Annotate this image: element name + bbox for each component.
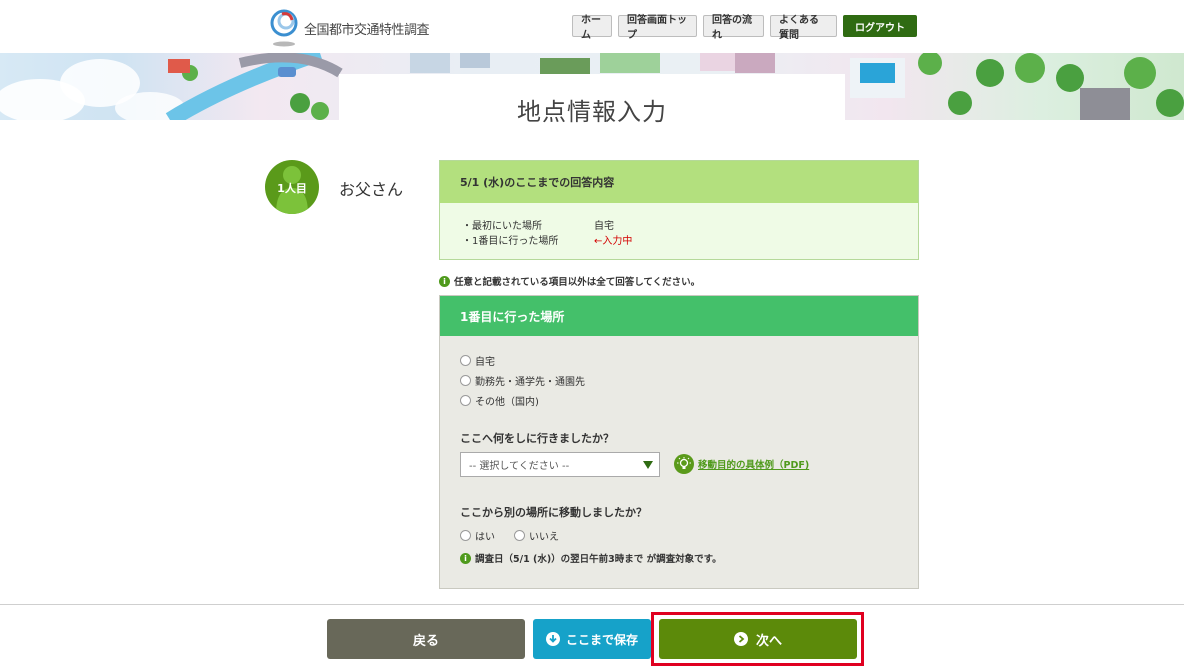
nav-flow-button[interactable]: 回答の流れ: [703, 15, 764, 41]
place-form-panel: 1番目に行った場所 自宅 勤務先・通学先・通園先 その他（国内) ここへ何をしに…: [439, 295, 919, 589]
required-notice: i 任意と記載されている項目以外は全て回答してください。: [439, 274, 700, 288]
radio-button[interactable]: [460, 375, 471, 386]
place-option-other[interactable]: その他（国内): [460, 393, 539, 408]
radio-button[interactable]: [460, 395, 471, 406]
person-badge: 1人目: [277, 182, 307, 195]
save-label: ここまで保存: [565, 632, 638, 647]
person-avatar: 1人目: [265, 160, 319, 214]
summary-row-label: ・最初にいた場所: [462, 221, 542, 232]
page-title: 地点情報入力: [517, 98, 667, 126]
option-label: その他（国内): [475, 397, 539, 408]
footer-divider: [0, 604, 1184, 605]
radio-button[interactable]: [460, 530, 471, 541]
top-nav: ホーム 回答画面トップ 回答の流れ よくある質問 ログアウト: [572, 15, 917, 41]
summary-title: 5/1 (水)のここまでの回答内容: [440, 161, 918, 203]
lightbulb-icon: [674, 454, 694, 474]
move-yes-option[interactable]: はい: [460, 528, 495, 543]
option-label: いいえ: [529, 532, 559, 543]
notice-text: 任意と記載されている項目以外は全て回答してください。: [454, 277, 701, 288]
site-logo[interactable]: 全国都市交通特性調査: [268, 8, 430, 48]
logo-icon: [268, 8, 300, 48]
place-option-home[interactable]: 自宅: [460, 353, 495, 368]
answer-summary-panel: 5/1 (水)のここまでの回答内容 ・最初にいた場所 自宅 ・1番目に行った場所…: [439, 160, 919, 260]
summary-row-label: ・1番目に行った場所: [462, 236, 559, 247]
logout-button[interactable]: ログアウト: [843, 15, 917, 37]
next-label: 次へ: [755, 633, 782, 649]
survey-period-note: i 調査日（5/1 (水)）の翌日午前3時まで が調査対象です。: [460, 551, 722, 565]
back-button[interactable]: 戻る: [327, 619, 525, 659]
place-option-work-school[interactable]: 勤務先・通学先・通園先: [460, 373, 585, 388]
save-progress-button[interactable]: ここまで保存: [533, 619, 651, 659]
option-label: はい: [475, 532, 495, 543]
note-text: 調査日（5/1 (水)）の翌日午前3時まで が調査対象です。: [475, 554, 722, 565]
summary-row-value: 自宅: [594, 221, 614, 232]
move-no-option[interactable]: いいえ: [514, 528, 559, 543]
nav-answer-top-button[interactable]: 回答画面トップ: [618, 15, 697, 41]
radio-button[interactable]: [514, 530, 525, 541]
option-label: 自宅: [475, 357, 495, 368]
select-placeholder: -- 選択してください --: [469, 461, 570, 472]
nav-home-button[interactable]: ホーム: [572, 15, 612, 41]
chevron-right-icon: [733, 632, 748, 646]
person-name: お父さん: [339, 180, 404, 199]
radio-button[interactable]: [460, 355, 471, 366]
next-button[interactable]: 次へ: [659, 619, 857, 659]
option-label: 勤務先・通学先・通園先: [475, 377, 585, 388]
nav-faq-button[interactable]: よくある質問: [770, 15, 837, 41]
form-title: 1番目に行った場所: [440, 296, 918, 336]
summary-row-value: ←入力中: [594, 236, 633, 247]
logo-text: 全国都市交通特性調査: [304, 22, 430, 38]
purpose-examples-link[interactable]: 移動目的の具体例（PDF): [674, 454, 809, 474]
download-icon: [545, 632, 560, 646]
move-question: ここから別の場所に移動しましたか？: [460, 506, 647, 519]
dropdown-arrow-icon: [643, 461, 653, 469]
info-icon: i: [460, 552, 471, 564]
link-text[interactable]: 移動目的の具体例（PDF): [698, 457, 809, 471]
purpose-select[interactable]: -- 選択してください --: [460, 452, 660, 477]
purpose-question: ここへ何をしに行きましたか？: [460, 432, 614, 445]
info-icon: i: [439, 275, 450, 287]
